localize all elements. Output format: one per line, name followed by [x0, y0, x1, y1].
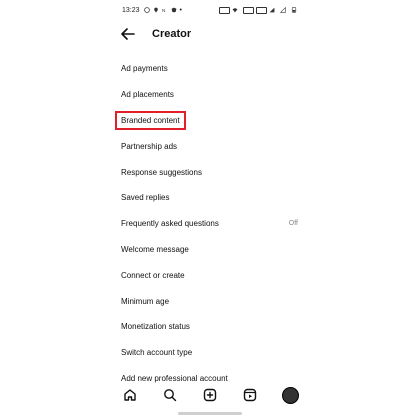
menu-item-label: Saved replies: [121, 193, 170, 203]
shield-icon: [171, 7, 176, 13]
menu-item-ad-placements[interactable]: Ad placements: [110, 82, 310, 108]
menu-item-label: Frequently asked questions: [121, 219, 219, 229]
dot-icon: •: [179, 6, 182, 14]
volte-icon-2: [256, 6, 267, 14]
profile-avatar: [281, 386, 299, 404]
reels-icon: [243, 388, 257, 402]
back-button[interactable]: [120, 26, 136, 42]
signal-icon: [269, 7, 275, 13]
battery-icon: [291, 7, 297, 13]
menu-item-response-suggestions[interactable]: Response suggestions: [110, 159, 310, 185]
menu-item-ad-payments[interactable]: Ad payments: [110, 56, 310, 82]
volte-icon: [243, 6, 254, 14]
settings-menu: Ad payments Ad placements Branded conten…: [110, 56, 310, 391]
menu-item-monetization-status[interactable]: Monetization status: [110, 314, 310, 340]
menu-item-faq[interactable]: Frequently asked questions Off: [110, 211, 310, 237]
signal-icon-2: [280, 7, 286, 13]
location-icon: [153, 7, 158, 13]
nav-search[interactable]: [161, 386, 179, 404]
header: Creator: [120, 24, 191, 44]
menu-item-switch-account-type[interactable]: Switch account type: [110, 340, 310, 366]
status-time: 13:23: [122, 6, 140, 14]
menu-item-label: Minimum age: [121, 296, 170, 306]
svg-text:N: N: [162, 8, 166, 13]
menu-item-label: Switch account type: [121, 348, 193, 358]
menu-item-minimum-age[interactable]: Minimum age: [110, 288, 310, 314]
back-arrow-icon: [121, 28, 135, 40]
create-icon: [203, 388, 217, 402]
menu-item-label-highlighted: Branded content: [115, 110, 186, 130]
menu-item-welcome-message[interactable]: Welcome message: [110, 237, 310, 263]
menu-item-label: Connect or create: [121, 270, 185, 280]
menu-item-label: Partnership ads: [121, 141, 178, 151]
nav-reels[interactable]: [241, 386, 259, 404]
data-speed-icon: [219, 6, 230, 14]
menu-item-branded-content[interactable]: Branded content: [110, 108, 310, 134]
menu-item-label: Ad payments: [121, 64, 168, 74]
menu-item-value: Off: [288, 220, 298, 228]
nav-home[interactable]: [121, 386, 139, 404]
menu-item-label: Welcome message: [121, 244, 189, 254]
menu-item-partnership-ads[interactable]: Partnership ads: [110, 133, 310, 159]
bottom-nav: [110, 384, 310, 406]
nfc-icon: N: [162, 8, 166, 13]
menu-item-connect-or-create[interactable]: Connect or create: [110, 262, 310, 288]
menu-item-label: Add new professional account: [121, 373, 228, 383]
status-bar: 13:23 N •: [122, 4, 300, 16]
home-indicator: [178, 412, 242, 415]
phone-screen: 13:23 N • Creator Ad payments Ad placeme: [110, 0, 310, 420]
status-right-icons: [219, 6, 300, 14]
menu-item-label: Monetization status: [121, 322, 190, 332]
menu-item-label: Response suggestions: [121, 167, 202, 177]
home-icon: [124, 389, 136, 401]
page-title: Creator: [152, 28, 192, 40]
menu-item-saved-replies[interactable]: Saved replies: [110, 185, 310, 211]
search-icon: [164, 389, 177, 402]
nav-create[interactable]: [201, 386, 219, 404]
nav-profile[interactable]: [281, 386, 299, 404]
menu-item-label: Ad placements: [121, 90, 174, 100]
wifi-icon: [232, 8, 238, 13]
whatsapp-icon: [143, 7, 150, 13]
